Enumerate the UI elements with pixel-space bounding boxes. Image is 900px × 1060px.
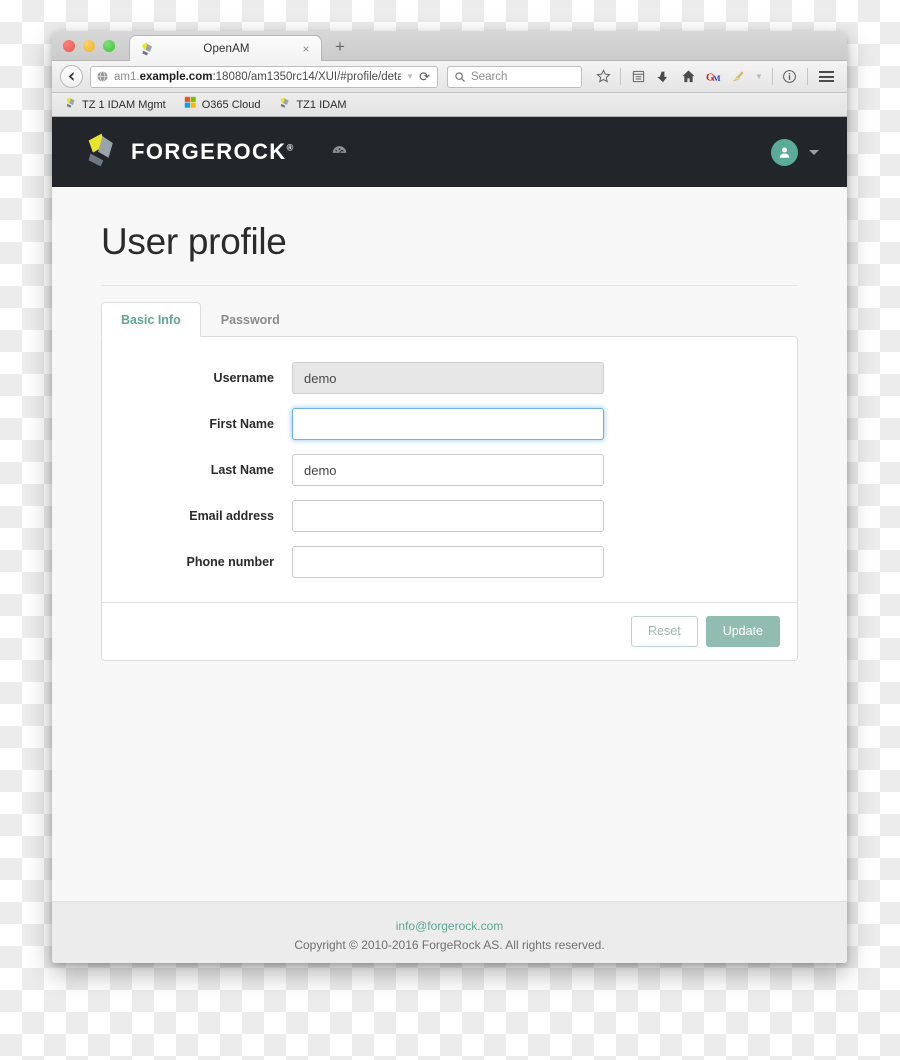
close-icon[interactable]: ×: [298, 43, 314, 55]
forgerock-favicon-icon: [278, 96, 291, 114]
chevron-down-icon[interactable]: [809, 149, 819, 155]
profile-form: Username First Name Last Name Email addr…: [102, 337, 797, 602]
downloads-icon[interactable]: [655, 69, 671, 85]
app-footer: info@forgerock.com Copyright © 2010-2016…: [52, 901, 847, 963]
reading-list-icon[interactable]: [630, 69, 646, 85]
email-label: Email address: [189, 509, 274, 523]
first-name-label: First Name: [209, 417, 274, 431]
email-input[interactable]: [292, 500, 604, 532]
field-row-last-name: Last Name: [132, 454, 767, 486]
bookmark-label: O365 Cloud: [201, 98, 261, 111]
field-row-phone: Phone number: [132, 546, 767, 578]
svg-text:M: M: [712, 73, 720, 83]
profile-card: Username First Name Last Name Email addr…: [101, 336, 798, 661]
search-icon: [455, 71, 465, 82]
profile-tabs: Basic Info Password: [101, 302, 798, 337]
home-icon[interactable]: [680, 69, 696, 85]
window-traffic-lights: [63, 40, 115, 52]
card-actions: Reset Update: [102, 602, 797, 660]
bookmark-item[interactable]: TZ1 IDAM: [278, 96, 347, 114]
toolbar-divider: [620, 68, 621, 85]
browser-window: OpenAM × + am1.example.com:18080/am1350r…: [52, 31, 847, 963]
broom-extension-icon[interactable]: [730, 69, 746, 85]
phone-label: Phone number: [186, 555, 274, 569]
brand-logo[interactable]: FORGEROCK®: [80, 131, 295, 174]
update-button[interactable]: Update: [705, 616, 780, 647]
url-host-prefix: am1.: [114, 70, 140, 83]
url-path: :18080/am1350rc14/XUI/#profile/deta: [212, 70, 402, 83]
maximize-window-button[interactable]: [103, 40, 115, 52]
registered-mark: ®: [286, 142, 295, 153]
bookmarks-bar: TZ 1 IDAM Mgmt O365 Cloud TZ1 IDAM: [52, 93, 847, 117]
browser-tab-title: OpenAM: [203, 42, 250, 55]
phone-input[interactable]: [292, 546, 604, 578]
user-avatar[interactable]: [771, 138, 798, 166]
search-bar[interactable]: Search: [447, 65, 582, 88]
browser-tab-strip: OpenAM × +: [52, 31, 847, 61]
field-row-username: Username: [132, 362, 767, 394]
title-divider: [101, 285, 798, 286]
star-icon[interactable]: [595, 69, 611, 85]
forgerock-favicon-icon: [139, 41, 155, 57]
forgerock-favicon-icon: [64, 96, 77, 114]
chevron-down-icon[interactable]: ▼: [755, 72, 763, 81]
globe-icon: [96, 70, 109, 83]
user-avatar-icon: [779, 146, 790, 158]
bookmark-label: TZ1 IDAM: [296, 98, 347, 111]
forgerock-logo-icon: [80, 131, 118, 174]
reset-button[interactable]: Reset: [631, 616, 698, 647]
toolbar-divider: [806, 68, 808, 85]
search-input[interactable]: Search: [471, 71, 507, 83]
field-row-first-name: First Name: [132, 408, 767, 440]
tab-basic-info[interactable]: Basic Info: [101, 302, 201, 337]
first-name-input[interactable]: [292, 408, 604, 440]
last-name-label: Last Name: [210, 463, 274, 477]
brand-wordmark: FORGEROCK®: [131, 139, 295, 164]
page-title: User profile: [101, 221, 287, 262]
bookmark-item[interactable]: O365 Cloud: [184, 96, 261, 114]
dashboard-icon[interactable]: [331, 141, 348, 163]
tab-password[interactable]: Password: [201, 302, 300, 337]
toolbar-divider: [771, 68, 773, 85]
toolbar-icons: G M ▼: [595, 68, 834, 85]
close-window-button[interactable]: [63, 40, 75, 52]
menu-icon[interactable]: [818, 71, 834, 82]
username-label: Username: [213, 371, 274, 385]
browser-toolbar: am1.example.com:18080/am1350rc14/XUI/#pr…: [52, 61, 847, 93]
app-header: FORGEROCK®: [52, 117, 847, 187]
last-name-input[interactable]: [292, 454, 604, 486]
back-button[interactable]: [60, 65, 83, 88]
browser-tab[interactable]: OpenAM ×: [129, 35, 322, 61]
gm-extension-icon[interactable]: G M: [705, 69, 721, 85]
url-host-bold: example.com: [139, 70, 213, 83]
chevron-down-icon[interactable]: ▼: [406, 72, 414, 81]
username-input[interactable]: [292, 362, 604, 394]
page-content: User profile Basic Info Password Usernam…: [52, 187, 847, 901]
bookmark-label: TZ 1 IDAM Mgmt: [82, 98, 166, 111]
bookmark-item[interactable]: TZ 1 IDAM Mgmt: [64, 96, 166, 114]
info-icon[interactable]: [782, 69, 798, 85]
field-row-email: Email address: [132, 500, 767, 532]
support-email-link[interactable]: info@forgerock.com: [52, 919, 847, 933]
copyright-text: Copyright © 2010-2016 ForgeRock AS. All …: [294, 938, 605, 952]
minimize-window-button[interactable]: [83, 40, 95, 52]
url-text[interactable]: am1.example.com:18080/am1350rc14/XUI/#pr…: [114, 71, 401, 83]
microsoft-icon: [184, 96, 197, 114]
new-tab-button[interactable]: +: [335, 38, 345, 55]
url-bar[interactable]: am1.example.com:18080/am1350rc14/XUI/#pr…: [90, 65, 438, 88]
reload-icon[interactable]: ⟳: [419, 69, 432, 85]
arrow-left-icon: [68, 72, 74, 81]
